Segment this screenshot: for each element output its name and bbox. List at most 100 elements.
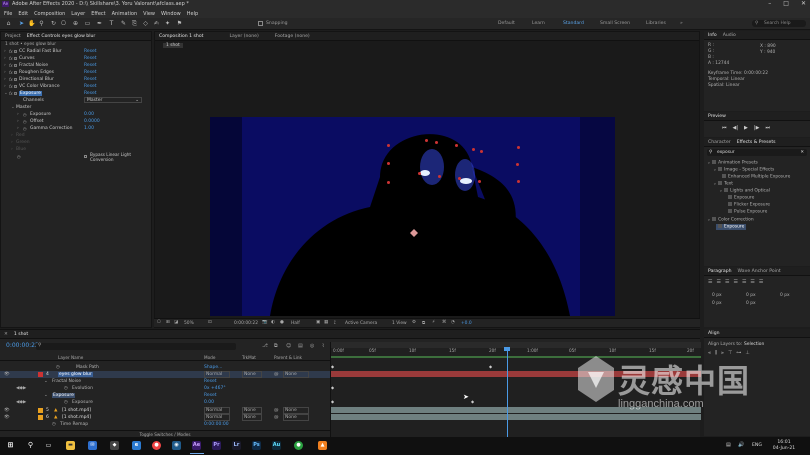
tab-project[interactable]: Project [5,34,21,39]
stopwatch-icon[interactable]: ◷ [52,422,56,427]
keyframe-icon[interactable]: ◆ [331,385,334,390]
mask-vertex[interactable] [418,172,421,175]
menu-file[interactable]: File [4,11,12,17]
close-icon[interactable]: ✕ [4,332,8,337]
timeline-row-layer-6[interactable]: 👁 6 ▲ [1 shot.mp4] Normal None @ None [0,414,330,421]
windows-start-icon[interactable]: ⊞ [6,441,15,450]
effect-checkbox[interactable] [14,92,17,95]
current-time-indicator[interactable] [507,348,508,438]
reset-link[interactable]: Reset [84,63,97,68]
effect-row-roughen-edges[interactable]: › fx Roughen Edges Reset [1,69,151,76]
effect-checkbox[interactable] [14,78,17,81]
workspace-more-icon[interactable]: » [680,21,683,26]
menu-window[interactable]: Window [161,11,181,17]
always-preview-icon[interactable]: ⎔ [157,320,161,325]
workspace-learn[interactable]: Learn [532,21,545,26]
pan-behind-tool-icon[interactable]: ⊕ [72,20,79,27]
tree-lights-and-optical[interactable]: ⌄ Lights and Optical [719,188,770,194]
indent-right-value[interactable]: 0 px [746,293,756,298]
draft-3d-icon[interactable]: ⧉ [422,320,425,326]
twirl-open-icon[interactable]: ⌄ [11,105,15,110]
align-left-icon[interactable]: ☰ [708,279,712,285]
tree-enhanced-multiple-exposure[interactable]: Enhanced Multiple Exposure [722,174,790,180]
gamma-value[interactable]: 1.00 [84,126,94,131]
keyboard-language[interactable]: ENG [752,443,762,448]
close-icon[interactable]: ✕ [801,0,806,7]
twirl-icon[interactable]: › [4,77,6,82]
tab-effect-controls[interactable]: Effect Controls eyes glow blur [27,34,96,39]
keyframe-nav-icon[interactable]: ◀◆▶ [16,386,26,391]
justify-left-icon[interactable]: ☰ [733,279,737,285]
menu-view[interactable]: View [143,11,155,17]
snapping-checkbox[interactable] [258,21,263,26]
timeline-row-layer-4[interactable]: 👁 4 eyes glow blur Normal None @ None [0,371,330,378]
mask-vertex[interactable] [435,141,438,144]
align-right-icon[interactable]: ☰ [725,279,729,285]
footer-timecode[interactable]: 0:00:00:22 [234,321,258,326]
twirl-open-icon[interactable]: ⌄ [44,379,48,384]
brush-tool-icon[interactable]: ✎ [120,20,127,27]
tab-effects-presets[interactable]: Effects & Presets [737,140,776,145]
edge-icon[interactable]: e [132,441,141,450]
menu-edit[interactable]: Edit [18,11,28,17]
menu-composition[interactable]: Composition [34,11,65,17]
keyframe-icon[interactable]: ◆ [489,364,492,369]
camera-dropdown[interactable]: Active Camera [345,321,377,326]
label-color-swatch[interactable] [38,372,43,377]
col-mode[interactable]: Mode [204,355,215,360]
mask-vertex[interactable] [425,139,428,142]
camera-tool-icon[interactable]: ⎔ [60,20,67,27]
last-frame-icon[interactable]: ⏭ [765,125,770,131]
effect-row-vc-color-vibrance[interactable]: › fx VC Color Vibrance Reset [1,83,151,90]
stopwatch-icon[interactable]: ◷ [23,126,27,131]
comp-chip[interactable]: 1 shot [163,43,183,48]
reset-link[interactable]: Reset [84,91,97,96]
workspace-small-screen[interactable]: Small Screen [600,21,630,26]
timeline-row-fractal-noise[interactable]: ⌄ Fractal Noise Reset [0,378,330,385]
app-icon[interactable]: ◉ [172,441,181,450]
first-line-indent-value[interactable]: 0 px [780,293,790,298]
tab-character[interactable]: Character [708,140,731,145]
timeline-row-mask-path[interactable]: ◷ Mask Path Shape... [0,364,330,371]
justify-all-icon[interactable]: ☰ [759,279,763,285]
file-explorer-icon[interactable]: ▬ [66,441,75,450]
label-color-swatch[interactable] [38,408,43,413]
twirl-icon[interactable]: › [17,126,19,131]
justify-center-icon[interactable]: ☰ [742,279,746,285]
previous-frame-icon[interactable]: ◀| [733,125,739,131]
indent-left-value[interactable]: 0 px [712,293,722,298]
vlc-icon[interactable]: ▲ [318,441,327,450]
mask-vertex[interactable] [455,144,458,147]
motion-blur-icon[interactable]: ◎ [310,343,314,349]
tab-composition[interactable]: Composition 1 shot [159,34,203,39]
snapshot-icon[interactable]: 📷 [262,320,267,325]
col-layer-name[interactable]: Layer Name [58,355,83,360]
reset-link[interactable]: Reset [84,70,97,75]
tab-info[interactable]: Info [708,33,717,38]
pen-tool-icon[interactable]: ✒ [96,20,103,27]
parent-dropdown[interactable]: None [283,371,309,378]
timeline-row-exposure-group[interactable]: ⌄ Exposure Reset [0,392,330,399]
roi-icon[interactable]: ▣ [316,320,320,325]
network-icon[interactable]: ▤ [726,442,731,448]
mask-vertex[interactable] [517,146,520,149]
prop-row-exposure[interactable]: › ◷ Exposure 0.00 [1,111,151,118]
prop-row-offset[interactable]: › ◷ Offset 0.0000 [1,118,151,125]
keyframe-icon[interactable]: ◆ [331,364,334,369]
reset-link[interactable]: Reset [84,49,97,54]
fit-icon[interactable]: ⊡ [208,320,212,325]
playhead-handle[interactable] [504,347,510,351]
task-view-icon[interactable]: ▭ [44,441,53,450]
prop-row-gamma[interactable]: › ◷ Gamma Correction 1.00 [1,125,151,132]
space-before-value[interactable]: 0 px [712,301,722,306]
stopwatch-icon[interactable]: ◷ [17,154,21,159]
mask-visibility-icon[interactable]: ◪ [174,320,178,325]
exposure-value[interactable]: 0.00 [84,112,94,117]
exposure-value[interactable]: +0.0 [461,321,472,326]
effect-row-fractal-noise[interactable]: › fx Fractal Noise Reset [1,62,151,69]
show-snapshot-icon[interactable]: ◐ [271,320,275,325]
composition-frame[interactable] [210,117,615,316]
twirl-icon[interactable]: › [17,112,19,117]
trkmat-dropdown[interactable]: None [242,407,262,414]
effects-search-input[interactable]: ⚲ exposur ✕ [707,149,807,156]
